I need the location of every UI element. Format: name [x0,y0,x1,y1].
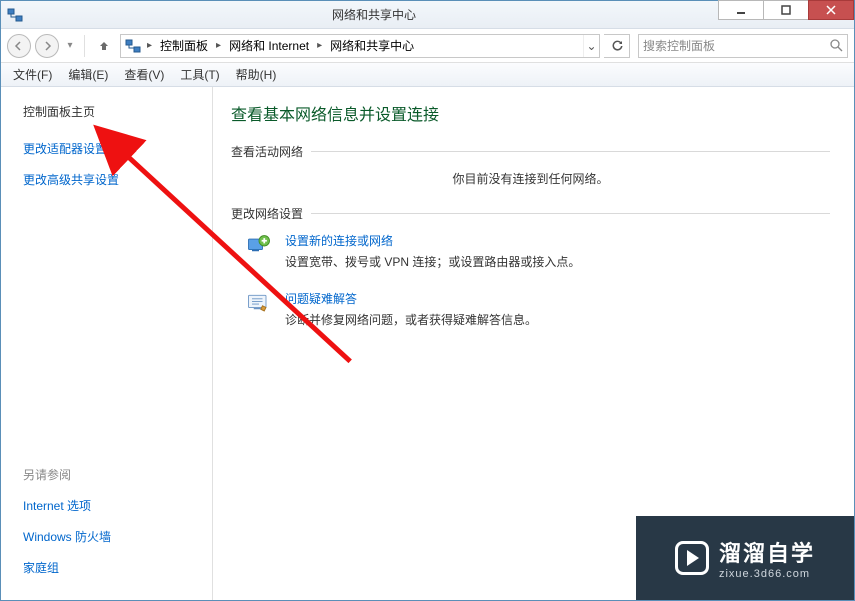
breadcrumb-segment[interactable]: 网络和共享中心 [324,35,420,57]
address-toolbar: ▾ ▸ 控制面板 ▸ 网络和 Internet ▸ 网络和共享中心 ⌄ [1,29,854,63]
item-description: 设置宽带、拨号或 VPN 连接；或设置路由器或接入点。 [285,253,580,270]
sidebar: 控制面板主页 更改适配器设置 更改高级共享设置 另请参阅 Internet 选项… [1,87,213,600]
setup-connection-icon [245,232,273,260]
up-button[interactable] [92,34,116,58]
search-icon [830,39,843,52]
watermark: 溜溜自学 zixue.3d66.com [636,516,854,600]
close-button[interactable] [808,0,854,20]
menu-file[interactable]: 文件(F) [5,64,60,85]
watermark-url: zixue.3d66.com [719,568,815,580]
change-network-settings-heading: 更改网络设置 [231,205,830,222]
separator [84,35,85,57]
spacer [23,202,196,466]
breadcrumb-segment[interactable]: 网络和 Internet [223,35,315,57]
change-advanced-sharing-link[interactable]: 更改高级共享设置 [23,171,196,188]
page-heading: 查看基本网络信息并设置连接 [231,101,830,125]
troubleshoot-icon [245,290,273,318]
menu-tools[interactable]: 工具(T) [172,64,227,85]
refresh-button[interactable] [604,34,630,58]
chevron-right-icon[interactable]: ▸ [145,40,154,51]
watermark-text: 溜溜自学 zixue.3d66.com [719,536,815,580]
play-icon [675,541,709,575]
window-controls [719,1,854,28]
see-also-windows-firewall[interactable]: Windows 防火墙 [23,528,196,545]
menu-edit[interactable]: 编辑(E) [60,64,116,85]
menubar: 文件(F) 编辑(E) 查看(V) 工具(T) 帮助(H) [1,63,854,87]
search-box[interactable] [638,34,848,58]
chevron-right-icon[interactable]: ▸ [315,40,324,51]
setup-new-connection-item[interactable]: 设置新的连接或网络 设置宽带、拨号或 VPN 连接；或设置路由器或接入点。 [245,232,830,270]
section-label: 查看活动网络 [231,143,303,160]
forward-button[interactable] [35,34,59,58]
see-also-internet-options[interactable]: Internet 选项 [23,497,196,514]
item-text: 问题疑难解答 诊断并修复网络问题，或者获得疑难解答信息。 [285,290,537,328]
setup-new-connection-link[interactable]: 设置新的连接或网络 [285,232,580,249]
menu-help[interactable]: 帮助(H) [228,64,285,85]
minimize-button[interactable] [718,0,764,20]
troubleshoot-item[interactable]: 问题疑难解答 诊断并修复网络问题，或者获得疑难解答信息。 [245,290,830,328]
chevron-right-icon[interactable]: ▸ [214,40,223,51]
see-also-homegroup[interactable]: 家庭组 [23,559,196,576]
active-networks-heading: 查看活动网络 [231,143,830,160]
item-text: 设置新的连接或网络 设置宽带、拨号或 VPN 连接；或设置路由器或接入点。 [285,232,580,270]
titlebar: 网络和共享中心 [1,1,854,29]
rule [311,213,830,214]
network-sharing-center-icon [7,7,23,23]
maximize-button[interactable] [763,0,809,20]
section-label: 更改网络设置 [231,205,303,222]
no-connection-text: 你目前没有连接到任何网络。 [231,170,830,187]
search-input[interactable] [643,39,830,53]
network-sharing-center-icon [121,35,145,57]
address-dropdown-button[interactable]: ⌄ [583,35,599,57]
address-bar[interactable]: ▸ 控制面板 ▸ 网络和 Internet ▸ 网络和共享中心 ⌄ [120,34,600,58]
troubleshoot-link[interactable]: 问题疑难解答 [285,290,537,307]
watermark-title: 溜溜自学 [719,536,815,568]
recent-locations-button[interactable]: ▾ [63,40,77,51]
window: 网络和共享中心 ▾ ▸ 控制面板 ▸ 网络和 Internet ▸ 网 [0,0,855,601]
breadcrumb-segment[interactable]: 控制面板 [154,35,214,57]
back-button[interactable] [7,34,31,58]
item-description: 诊断并修复网络问题，或者获得疑难解答信息。 [285,311,537,328]
window-title: 网络和共享中心 [29,6,719,23]
menu-view[interactable]: 查看(V) [116,64,172,85]
change-adapter-settings-link[interactable]: 更改适配器设置 [23,140,196,157]
control-panel-home-link[interactable]: 控制面板主页 [23,103,196,120]
rule [311,151,830,152]
see-also-heading: 另请参阅 [23,466,196,483]
